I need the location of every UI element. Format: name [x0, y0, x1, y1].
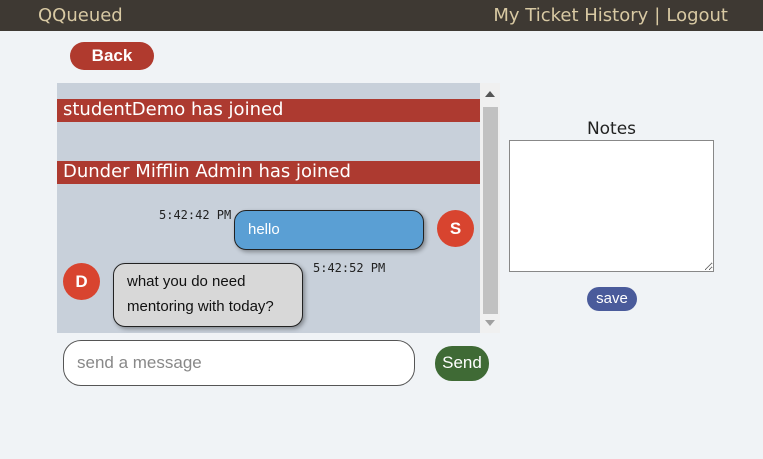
top-navbar: QQueued My Ticket History | Logout	[0, 0, 763, 31]
send-button[interactable]: Send	[435, 346, 489, 381]
message-input[interactable]	[63, 340, 415, 386]
message-text-line: mentoring with today?	[127, 298, 274, 315]
message-timestamp: 5:42:42 PM	[159, 208, 232, 222]
nav-links: My Ticket History | Logout	[493, 5, 728, 26]
message-bubble-other: what you do need mentoring with today?	[113, 263, 303, 327]
message-text: hello	[248, 221, 280, 238]
nav-separator: |	[654, 5, 661, 26]
scroll-up-arrow-icon[interactable]	[485, 91, 495, 97]
message-bubble-self: hello	[234, 210, 424, 250]
user-avatar: S	[437, 210, 474, 247]
join-event-banner: Dunder Mifflin Admin has joined	[57, 161, 480, 184]
scroll-thumb[interactable]	[483, 107, 498, 314]
notes-label: Notes	[586, 119, 637, 139]
logout-link[interactable]: Logout	[666, 5, 728, 26]
message-timestamp: 5:42:52 PM	[313, 261, 386, 275]
scroll-down-arrow-icon[interactable]	[485, 320, 495, 326]
chat-window: studentDemo has joined Dunder Mifflin Ad…	[57, 83, 500, 333]
brand-logo[interactable]: QQueued	[38, 5, 123, 26]
message-text-line: what you do need	[127, 273, 246, 290]
notes-textarea[interactable]	[509, 140, 714, 272]
user-avatar: D	[63, 263, 100, 300]
back-button[interactable]: Back	[70, 42, 154, 70]
join-event-banner: studentDemo has joined	[57, 99, 480, 122]
save-notes-button[interactable]: save	[587, 287, 637, 311]
my-ticket-history-link[interactable]: My Ticket History	[493, 5, 648, 26]
chat-scrollbar[interactable]	[480, 83, 500, 333]
